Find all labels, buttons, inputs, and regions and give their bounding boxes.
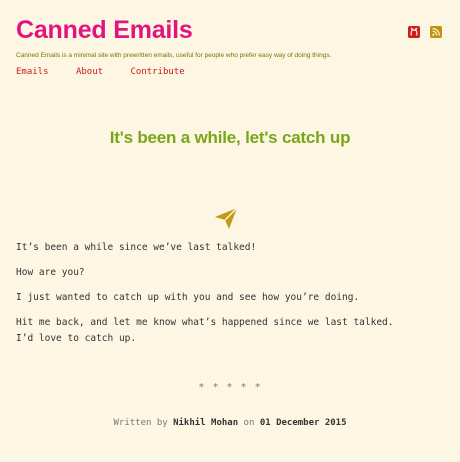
site-header: Canned Emails Canned Emails is a minimal…	[16, 14, 444, 77]
post-date: 01 December 2015	[259, 418, 347, 428]
post-title: It's been a while, let's catch up	[109, 128, 351, 147]
nav-contribute-link[interactable]: Contribute	[130, 67, 184, 77]
post-paragraph: How are you?	[16, 267, 85, 278]
post-paragraph: I just wanted to catch up with you and s…	[16, 292, 360, 303]
post-byline: Written by Nikhil Mohan on 01 December 2…	[0, 418, 460, 428]
site-tagline: Canned Emails is a minimal site with pre…	[16, 52, 332, 59]
post-separator: * * * * *	[198, 382, 262, 393]
post-paragraph: Hit me back, and let me know what’s happ…	[16, 317, 394, 344]
social-icons	[408, 26, 442, 38]
paper-plane-icon	[213, 205, 239, 231]
written-by-label: Written by	[113, 418, 168, 428]
site-title[interactable]: Canned Emails	[16, 14, 193, 46]
post-body: It’s been a while since we’ve last talke…	[16, 240, 416, 356]
on-label: on	[243, 418, 255, 428]
nav-about-link[interactable]: About	[76, 67, 103, 77]
rss-icon[interactable]	[430, 26, 442, 38]
nav-emails-link[interactable]: Emails	[16, 67, 49, 77]
main-nav: Emails About Contribute	[16, 67, 444, 77]
author-name: Nikhil Mohan	[173, 418, 239, 428]
github-icon[interactable]	[408, 26, 420, 38]
post-paragraph: It’s been a while since we’ve last talke…	[16, 242, 257, 253]
